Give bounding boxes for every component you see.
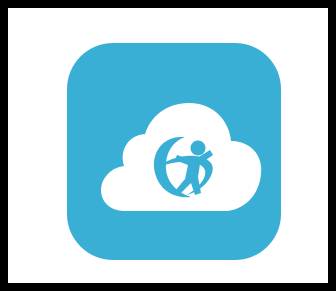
- app-icon[interactable]: [67, 43, 281, 260]
- app-icon-graphic: [67, 43, 281, 260]
- image-frame: [0, 0, 336, 291]
- person-head: [190, 140, 206, 156]
